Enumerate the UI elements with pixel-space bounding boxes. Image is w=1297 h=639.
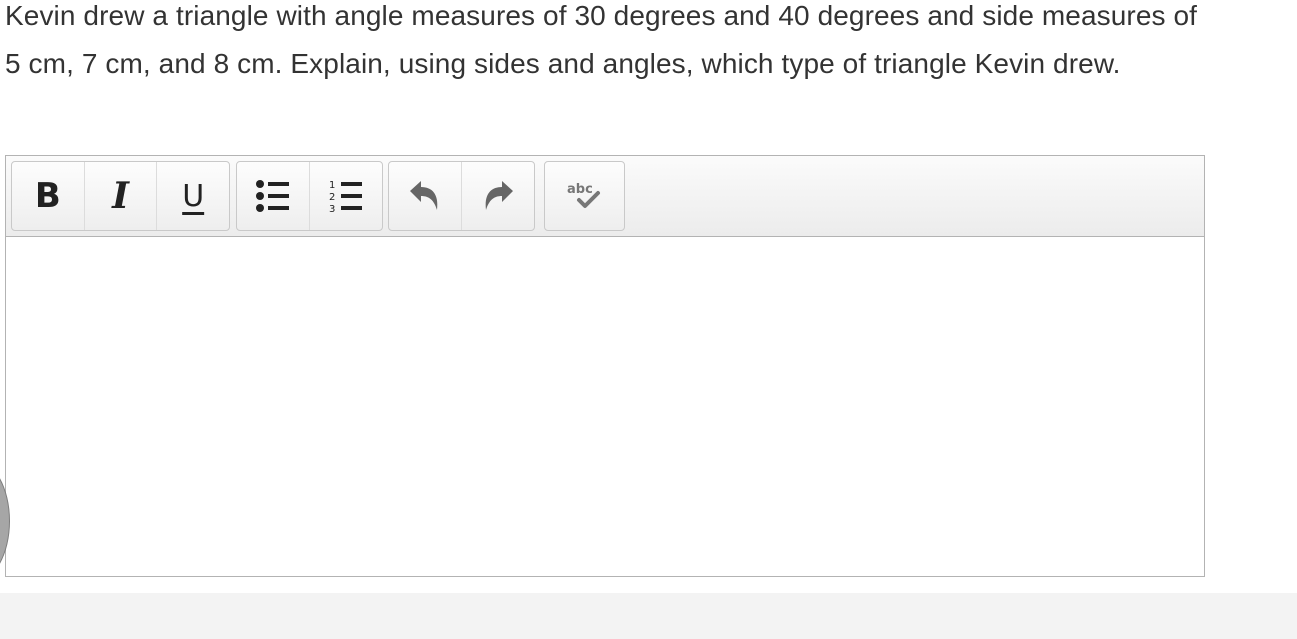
spellcheck-label: abc (567, 182, 593, 197)
svg-text:1: 1 (329, 180, 335, 191)
bold-icon: B (34, 176, 61, 216)
spellcheck-group: abc (544, 161, 625, 231)
underline-icon: U (182, 178, 205, 214)
list-format-group: 1 2 3 (236, 161, 383, 231)
redo-button[interactable] (462, 162, 534, 230)
question-text: Kevin drew a triangle with angle measure… (5, 0, 1198, 79)
text-format-group: B I U (11, 161, 230, 231)
spellcheck-button[interactable]: abc (545, 162, 624, 230)
italic-button[interactable]: I (85, 162, 158, 230)
numbered-list-button[interactable]: 1 2 3 (310, 162, 382, 230)
bold-button[interactable]: B (12, 162, 85, 230)
undo-icon (410, 181, 438, 210)
footer-band (0, 593, 1297, 639)
bulleted-list-icon (256, 180, 289, 212)
spellcheck-icon: abc (567, 182, 600, 208)
italic-icon: I (112, 175, 129, 217)
history-group (388, 161, 535, 231)
undo-button[interactable] (389, 162, 462, 230)
underline-button[interactable]: U (157, 162, 229, 230)
bulleted-list-button[interactable] (237, 162, 310, 230)
svg-text:3: 3 (329, 204, 335, 214)
redo-icon (485, 181, 513, 210)
rich-text-editor: B I U 1 2 3 abc (5, 155, 1205, 577)
svg-text:2: 2 (329, 192, 335, 203)
editor-content-area[interactable] (6, 237, 1204, 576)
editor-toolbar: B I U 1 2 3 abc (6, 156, 1204, 237)
numbered-list-icon: 1 2 3 (329, 180, 362, 214)
